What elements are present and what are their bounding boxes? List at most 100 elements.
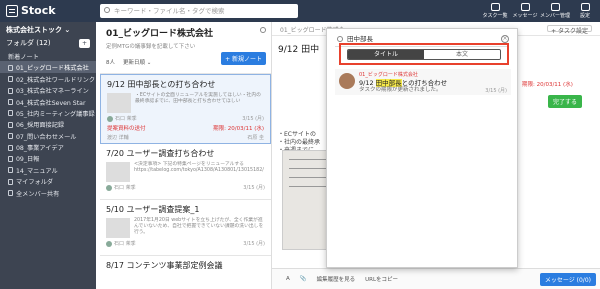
folder-header-panel: 01_ビッグロード株式会社 定例MTGの議事録を記載して下さい 8人 更新日順 … <box>100 22 271 74</box>
attach-file-icon[interactable]: 📎 <box>300 276 307 282</box>
note-footer: 石口 茉季 3/15 (月) <box>106 240 265 247</box>
sidebar-item-label: 03_株式会社マネーライン <box>16 88 89 96</box>
gear-icon <box>580 3 590 11</box>
sidebar-item-folder[interactable]: 06_採用面接記録 <box>0 118 96 129</box>
book-icon <box>8 155 13 162</box>
sidebar-item-folder[interactable]: 07_問い合わせメール <box>0 130 96 141</box>
note-item[interactable]: 9/12 田中部長との打ち合わせ ・ECサイトの全面リニューアルを実施してほしい… <box>100 74 271 144</box>
sidebar-item-folder[interactable]: 02_株式会社ワールドリンク <box>0 73 96 84</box>
sidebar-item-label: 07_問い合わせメール <box>16 133 77 141</box>
sidebar-item-folder[interactable]: 14_マニュアル <box>0 164 96 175</box>
search-popup: 田中部長 × タイトル 本文 01_ビッグロード株式会社 9/12 田中部長との… <box>326 28 518 268</box>
message-icon <box>520 3 530 11</box>
search-icon <box>337 36 343 42</box>
sidebar-item-folder[interactable]: マイフォルダ <box>0 175 96 186</box>
book-icon <box>8 99 13 105</box>
folder-title: 01_ビッグロード株式会社 <box>106 29 214 39</box>
result-date: 3/15 (月) <box>485 88 507 94</box>
book-icon <box>8 87 13 94</box>
message-button[interactable]: メッセージ <box>510 0 540 22</box>
avatar <box>106 184 112 191</box>
search-result-item[interactable]: 01_ビッグロード株式会社 9/12 田中部長との打ち合わせ タスクの期限が更新… <box>335 69 511 95</box>
settings-button[interactable]: 設定 <box>570 0 600 22</box>
tab-title[interactable]: タイトル <box>348 50 424 59</box>
note-date: 8/17 <box>106 261 124 270</box>
settings-label: 設定 <box>579 13 590 19</box>
book-icon <box>8 133 13 140</box>
sidebar-item-label: 新着ノート <box>8 53 39 61</box>
search-placeholder: キーワード・ファイル名・タグで検索 <box>114 7 225 15</box>
note-item[interactable]: 7/20 ユーザー調査打ち合わせ <決定事項> 下記の特集ページをリニューアルす… <box>100 144 271 200</box>
message-label: メッセージ <box>512 13 538 19</box>
book-icon <box>8 144 13 151</box>
note-title: 9/12 田中部長との打ち合わせ <box>107 79 264 90</box>
task-list-label: タスク一覧 <box>482 13 508 19</box>
sidebar-item-folder[interactable]: 09_日報 <box>0 153 96 164</box>
note-author: 石口 茉季 <box>115 116 137 122</box>
message-toggle-button[interactable]: メッセージ (0/0) <box>539 273 596 286</box>
sidebar-item-label: 06_採用面接記録 <box>16 122 65 130</box>
task-assignee: 渡辺 洋輔 <box>107 135 129 141</box>
folder-count: (12) <box>36 39 51 47</box>
note-excerpt: ・ECサイトの全面リニューアルを実施してほしい・社内の最終承認までに、田中部長と… <box>135 93 261 104</box>
sidebar-item-folder[interactable]: 03_株式会社マネーライン <box>0 84 96 95</box>
note-title: 7/20 ユーザー調査打ち合わせ <box>106 148 265 159</box>
complete-task-button[interactable]: 完了する <box>548 95 583 108</box>
sidebar-item-folder[interactable]: 08_事業アイデア <box>0 141 96 152</box>
result-subtitle: タスクの期限が更新されました。 <box>359 87 442 93</box>
task-due-detail: 期限: 20/03/11 (水) <box>522 82 573 88</box>
sidebar-item-folder[interactable]: 01_ピッグロード株式会社 <box>0 61 96 73</box>
search-value: 田中部長 <box>347 35 373 43</box>
sidebar-item-folder[interactable]: 全メンバー共有 <box>0 187 96 198</box>
book-icon <box>8 64 13 71</box>
new-note-button[interactable]: + 新規ノート <box>221 52 266 65</box>
note-task: 提案資料の送付 期限: 20/03/11 (水) <box>107 124 264 132</box>
note-date: 7/20 <box>106 149 124 158</box>
task-due: 期限: 20/03/11 (水) <box>213 126 264 132</box>
member-button[interactable]: メンバー管理 <box>540 0 570 22</box>
global-search-input[interactable]: キーワード・ファイル名・タグで検索 <box>100 4 298 18</box>
book-icon <box>8 178 13 185</box>
company-switcher[interactable]: 株式会社ストック ⌄ <box>0 22 96 36</box>
note-title-text: コンテンツ事業部定例会議 <box>126 261 223 270</box>
note-body: 2017年1月20日 webサイトを立ち上げたが、全く作業が進んでいないため、自… <box>106 218 265 238</box>
note-list: 01_ビッグロード株式会社 定例MTGの議事録を記載して下さい 8人 更新日順 … <box>100 22 272 289</box>
sidebar-item-label: 04_株式会社Seven Star <box>16 99 86 107</box>
note-updated: 3/15 (月) <box>242 116 264 122</box>
search-scope-highlight: タイトル 本文 <box>339 43 509 65</box>
note-body: <決定事項> 下記の特集ページをリニューアルする https://tabelog… <box>106 162 265 182</box>
book-icon <box>8 190 13 197</box>
note-item[interactable]: 5/10 ユーザー調査提案_1 2017年1月20日 webサイトを立ち上げたが… <box>100 200 271 256</box>
close-icon[interactable]: × <box>501 35 509 43</box>
note-author: 石口 茉季 <box>114 185 136 191</box>
sidebar-item-label: 全メンバー共有 <box>16 190 60 198</box>
sidebar-item-folder[interactable]: 04_株式会社Seven Star <box>0 96 96 107</box>
note-author: 石口 茉季 <box>114 241 136 247</box>
editor-toolbar: A 📎 編集履歴を見る URLをコピー メッセージ (0/0) <box>272 268 600 289</box>
sidebar-item-label: 14_マニュアル <box>16 167 58 175</box>
top-bar: Stock キーワード・ファイル名・タグで検索 タスク一覧 メッセージ メンバー… <box>0 0 600 22</box>
member-count[interactable]: 8人 <box>106 58 115 66</box>
task-list-button[interactable]: タスク一覧 <box>480 0 510 22</box>
tab-body[interactable]: 本文 <box>424 50 500 59</box>
add-folder-button[interactable]: + <box>78 38 90 48</box>
avatar <box>106 240 112 247</box>
note-date: 5/10 <box>106 205 124 214</box>
book-icon <box>8 167 13 174</box>
sidebar-item-label: 01_ピッグロード株式会社 <box>16 65 89 73</box>
sidebar-item-new-notes[interactable]: 新着ノート <box>0 50 96 61</box>
task-settings-button[interactable]: + タスク設定 <box>547 25 592 35</box>
note-date: 9/12 <box>107 80 125 89</box>
members-icon <box>550 3 560 11</box>
text-format-icon[interactable]: A <box>286 276 290 282</box>
copy-url-link[interactable]: URLをコピー <box>365 275 398 283</box>
sidebar-item-folder[interactable]: 05_社内ミーティング議事録 <box>0 107 96 118</box>
sidebar-item-label: 09_日報 <box>16 156 40 164</box>
folder-settings-icon[interactable] <box>260 27 266 33</box>
avatar <box>339 73 355 89</box>
note-title: 5/10 ユーザー調査提案_1 <box>106 204 265 215</box>
stock-logo[interactable]: Stock <box>6 4 56 17</box>
note-item[interactable]: 8/17 コンテンツ事業部定例会議 <box>100 256 271 276</box>
sort-select[interactable]: 更新日順 ⌄ <box>123 58 151 66</box>
edit-history-link[interactable]: 編集履歴を見る <box>317 275 356 283</box>
